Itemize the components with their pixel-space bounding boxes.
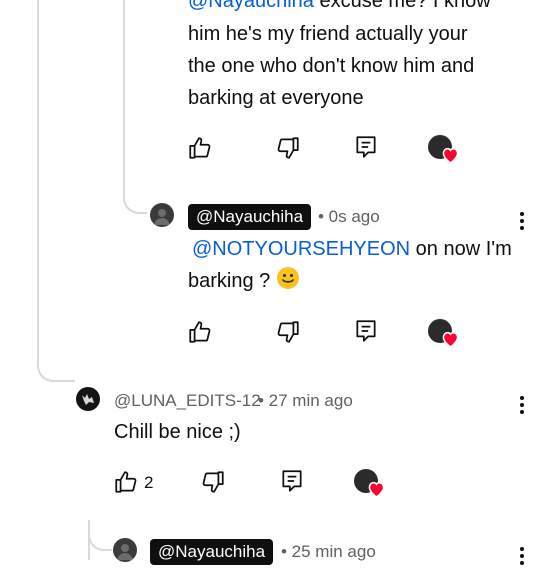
- comment-text: @Nayauchiha excuse me? I know: [188, 0, 548, 17]
- thumbs-down-icon[interactable]: [275, 319, 301, 345]
- timestamp: • 25 min ago: [281, 542, 376, 561]
- thread-line-curve-reply: [123, 0, 147, 214]
- thumbs-up-icon[interactable]: [113, 469, 139, 495]
- thread-line-main: [37, 0, 39, 368]
- thumbs-down-icon[interactable]: [200, 469, 226, 495]
- avatar[interactable]: [76, 387, 100, 411]
- author-chip[interactable]: @Nayauchiha: [150, 539, 274, 565]
- mention-link[interactable]: @NOTYOURSEHYEON: [192, 238, 410, 260]
- thumbs-down-icon[interactable]: [275, 135, 301, 161]
- user-icon: [154, 209, 170, 225]
- comment-text-line: barking at everyone: [188, 87, 364, 109]
- avatar[interactable]: [150, 203, 174, 227]
- comment-text-line: barking ?: [188, 265, 300, 297]
- slightly-smiling-face-icon: [276, 267, 299, 289]
- timestamp: • 27 min ago: [258, 391, 353, 410]
- more-vert-icon[interactable]: [520, 396, 524, 417]
- thumbs-up-icon[interactable]: [187, 319, 213, 345]
- comment-text-line: the one who don't know him and: [188, 55, 475, 77]
- reply-comment-icon[interactable]: [279, 468, 305, 494]
- comment-text: @NOTYOURSEHYEON on now I'm: [192, 238, 512, 260]
- reply-comment-icon[interactable]: [353, 318, 379, 344]
- profile-art-icon: [82, 394, 94, 405]
- author-chip[interactable]: @Nayauchiha: [188, 204, 312, 230]
- thumbs-up-icon[interactable]: [187, 135, 213, 161]
- reply-comment-icon[interactable]: [353, 134, 379, 160]
- thread-line-curve-main: [37, 350, 75, 382]
- timestamp: • 0s ago: [318, 207, 380, 226]
- author-name[interactable]: @LUNA_EDITS-12: [114, 388, 261, 414]
- creator-heart: [428, 319, 460, 349]
- more-vert-icon[interactable]: [520, 547, 524, 568]
- more-vert-icon[interactable]: [520, 212, 524, 233]
- creator-heart-icon: [442, 147, 459, 164]
- creator-heart-icon: [442, 331, 459, 348]
- comment-text-line: him he's my friend actually your: [188, 23, 468, 45]
- creator-heart: [354, 469, 386, 499]
- like-count: 2: [144, 473, 154, 492]
- avatar[interactable]: [113, 538, 137, 562]
- creator-heart-icon: [368, 481, 385, 498]
- comment-text: Chill be nice ;): [114, 421, 241, 443]
- thread-line-curve-reply-2: [88, 535, 112, 551]
- creator-heart: [428, 135, 460, 165]
- user-icon: [117, 544, 133, 560]
- mention-link[interactable]: @Nayauchiha: [188, 0, 314, 12]
